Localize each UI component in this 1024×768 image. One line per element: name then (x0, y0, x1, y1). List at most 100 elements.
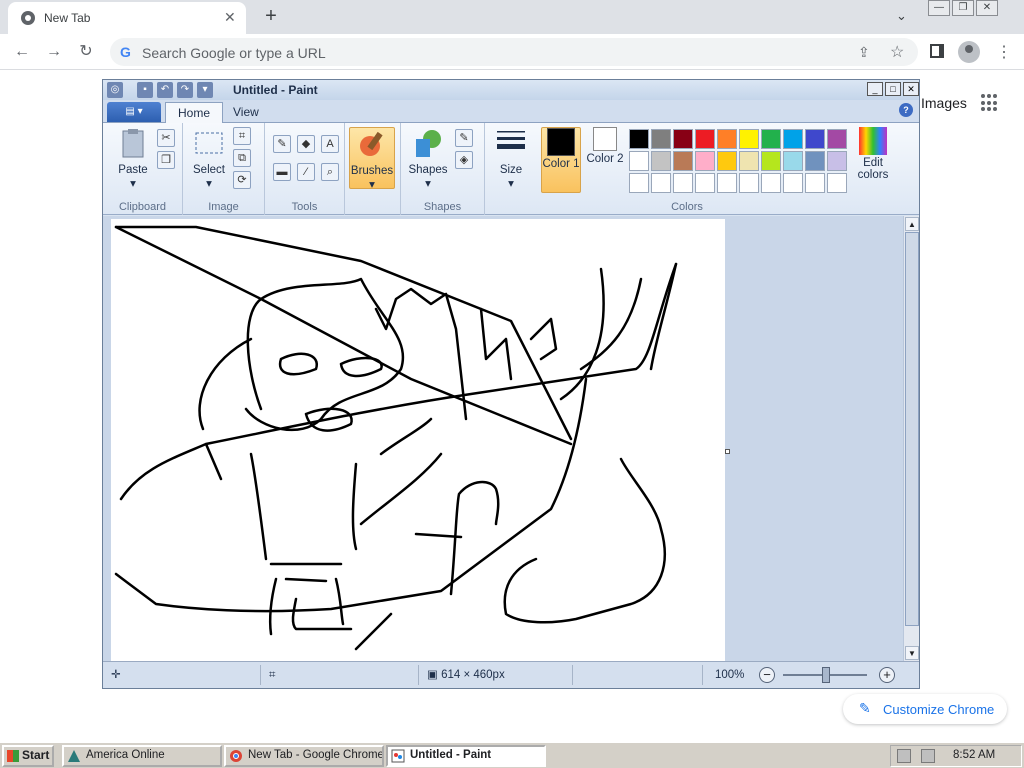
palette-swatch[interactable] (717, 151, 737, 171)
clipboard-group-label: Clipboard (118, 201, 167, 213)
bookmark-star-icon[interactable]: ☆ (890, 42, 904, 62)
qat-dropdown-icon[interactable]: ▾ (197, 82, 213, 98)
canvas-size-cell: ▣ 614 × 460px (423, 665, 573, 685)
outline-icon[interactable]: ✎ (455, 129, 473, 147)
zoom-slider-thumb[interactable] (822, 667, 830, 683)
palette-swatch[interactable] (739, 151, 759, 171)
palette-swatch[interactable] (673, 151, 693, 171)
restore-button[interactable]: ❐ (952, 0, 974, 16)
vertical-scrollbar[interactable]: ▲ ▼ (903, 216, 919, 661)
palette-swatch[interactable] (783, 151, 803, 171)
palette-swatch[interactable] (673, 173, 693, 193)
palette-swatch[interactable] (673, 129, 693, 149)
palette-swatch[interactable] (651, 151, 671, 171)
tab-close-icon[interactable]: ✕ (224, 9, 236, 26)
palette-swatch[interactable] (739, 173, 759, 193)
magnifier-icon[interactable]: ⌕ (321, 163, 339, 181)
brushes-button[interactable]: Brushes ▾ (349, 127, 395, 191)
paint-close-button[interactable]: ✕ (903, 82, 919, 96)
tab-home[interactable]: Home (165, 102, 224, 124)
palette-swatch[interactable] (651, 129, 671, 149)
pencil-icon[interactable]: ✎ (273, 135, 291, 153)
palette-swatch[interactable] (629, 129, 649, 149)
select-button[interactable]: Select ▾ (187, 127, 231, 190)
tab-search-chevron-icon[interactable]: ⌄ (896, 8, 907, 24)
palette-swatch[interactable] (761, 129, 781, 149)
text-icon[interactable]: A (321, 135, 339, 153)
network-icon[interactable] (897, 749, 911, 763)
palette-swatch[interactable] (783, 173, 803, 193)
palette-swatch[interactable] (827, 129, 847, 149)
drawing-canvas[interactable] (111, 219, 725, 661)
rotate-icon[interactable]: ⟳ (233, 171, 251, 189)
chrome-menu-icon[interactable]: ⋮ (996, 42, 1012, 62)
reload-icon[interactable]: ↻ (76, 42, 96, 62)
zoom-out-button[interactable]: − (759, 667, 775, 683)
address-bar[interactable]: G Search Google or type a URL ⇪ ☆ (110, 38, 918, 66)
customize-chrome-button[interactable]: ✎ Customize Chrome (843, 694, 1007, 724)
scrollbar-thumb[interactable] (905, 232, 919, 626)
cut-icon[interactable]: ✂ (157, 129, 175, 147)
palette-swatch[interactable] (827, 173, 847, 193)
redo-icon[interactable]: ↷ (177, 82, 193, 98)
share-icon[interactable]: ⇪ (858, 44, 870, 61)
palette-swatch[interactable] (783, 129, 803, 149)
start-button[interactable]: Start (2, 745, 54, 767)
palette-swatch[interactable] (695, 151, 715, 171)
palette-swatch[interactable] (761, 173, 781, 193)
minimize-button[interactable]: — (928, 0, 950, 16)
resize-icon[interactable]: ⧉ (233, 149, 251, 167)
palette-swatch[interactable] (629, 173, 649, 193)
tab-new-tab[interactable]: New Tab ✕ (8, 2, 246, 34)
images-link[interactable]: Images (921, 95, 967, 111)
scroll-up-icon[interactable]: ▲ (905, 217, 919, 231)
side-panel-icon[interactable] (930, 44, 944, 58)
color2-button[interactable]: Color 2 (585, 127, 625, 165)
tab-view[interactable]: View (221, 102, 271, 124)
edit-colors-button[interactable]: Edit colors (853, 127, 893, 181)
palette-swatch[interactable] (651, 173, 671, 193)
color-picker-icon[interactable]: ⁄ (297, 163, 315, 181)
palette-swatch[interactable] (695, 129, 715, 149)
profile-avatar-icon[interactable] (958, 41, 980, 63)
palette-swatch[interactable] (761, 151, 781, 171)
canvas-resize-handle[interactable] (725, 449, 730, 454)
paste-button[interactable]: Paste ▾ (111, 127, 155, 190)
paint-minimize-button[interactable]: _ (867, 82, 883, 96)
palette-swatch[interactable] (717, 129, 737, 149)
help-icon[interactable]: ? (899, 103, 913, 117)
palette-swatch[interactable] (827, 151, 847, 171)
palette-swatch[interactable] (717, 173, 737, 193)
taskbar-item-chrome[interactable]: New Tab - Google Chrome (224, 745, 384, 767)
google-apps-icon[interactable] (981, 94, 999, 112)
canvas-size-text: 614 × 460px (441, 669, 505, 681)
crop-icon[interactable]: ⌗ (233, 127, 251, 145)
color1-button[interactable]: Color 1 (541, 127, 581, 193)
zoom-in-button[interactable]: + (879, 667, 895, 683)
copy-icon[interactable]: ❐ (157, 151, 175, 169)
palette-swatch[interactable] (805, 173, 825, 193)
save-icon[interactable]: ▪ (137, 82, 153, 98)
palette-swatch[interactable] (695, 173, 715, 193)
volume-icon[interactable] (921, 749, 935, 763)
undo-icon[interactable]: ↶ (157, 82, 173, 98)
paint-menu-button[interactable]: ▤ ▾ (107, 102, 161, 122)
palette-swatch[interactable] (805, 151, 825, 171)
scroll-down-icon[interactable]: ▼ (905, 646, 919, 660)
palette-swatch[interactable] (739, 129, 759, 149)
taskbar-item-label: Untitled - Paint (410, 749, 492, 761)
paint-maximize-button[interactable]: □ (885, 82, 901, 96)
forward-arrow-icon[interactable]: → (44, 42, 64, 62)
taskbar-item-paint[interactable]: Untitled - Paint (386, 745, 546, 767)
taskbar-item-aol[interactable]: America Online (62, 745, 222, 767)
new-tab-button[interactable]: + (260, 5, 282, 27)
palette-swatch[interactable] (629, 151, 649, 171)
fill-bucket-icon[interactable]: ◆ (297, 135, 315, 153)
eraser-icon[interactable]: ▬ (273, 163, 291, 181)
back-arrow-icon[interactable]: ← (12, 42, 32, 62)
close-button[interactable]: ✕ (976, 0, 998, 16)
fill-icon[interactable]: ◈ (455, 151, 473, 169)
size-button[interactable]: Size ▾ (491, 127, 531, 190)
shapes-button[interactable]: Shapes ▾ (405, 127, 451, 190)
palette-swatch[interactable] (805, 129, 825, 149)
